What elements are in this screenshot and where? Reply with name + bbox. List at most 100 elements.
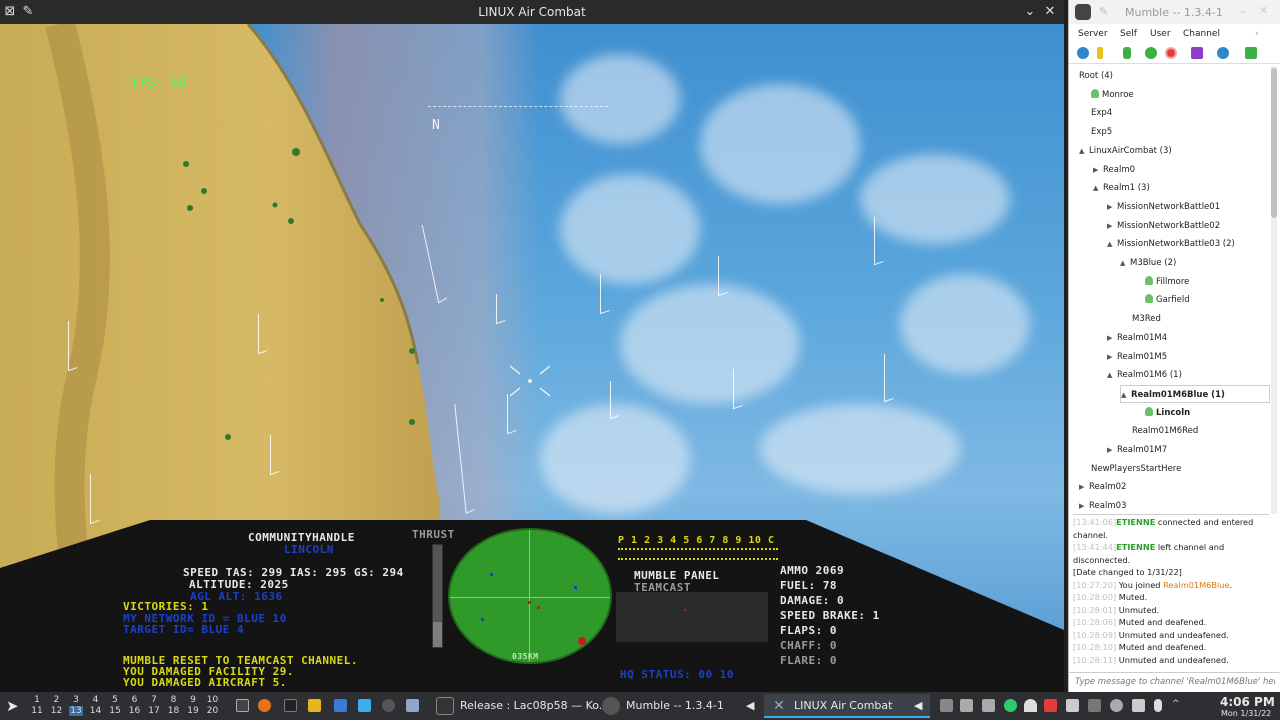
tree-channel[interactable]: ▲ M3Blue (2) bbox=[1120, 254, 1176, 272]
workspace-3[interactable]: 3 bbox=[69, 695, 83, 705]
workspace-9[interactable]: 9 bbox=[186, 695, 200, 705]
tree-user[interactable]: Fillmore bbox=[1145, 273, 1189, 291]
menu-overflow-icon[interactable]: › bbox=[1255, 29, 1259, 39]
workspace-20[interactable]: 20 bbox=[206, 706, 220, 716]
microphone-tray-icon[interactable] bbox=[1154, 699, 1162, 712]
close-icon[interactable]: ✕ bbox=[1259, 4, 1268, 17]
filter-icon[interactable] bbox=[1245, 47, 1257, 59]
wifi-icon[interactable] bbox=[1024, 699, 1037, 712]
workspace-12[interactable]: 12 bbox=[50, 706, 64, 716]
tree-channel[interactable]: ▲ Realm1 (3) bbox=[1093, 179, 1150, 197]
bluetooth-icon[interactable] bbox=[1110, 699, 1123, 712]
expand-arrow-icon[interactable]: ▶ bbox=[1093, 161, 1103, 179]
menu-server[interactable]: Server bbox=[1078, 29, 1108, 39]
collapse-arrow-icon[interactable]: ▲ bbox=[1079, 142, 1089, 160]
expand-arrow-icon[interactable]: ▶ bbox=[1107, 217, 1117, 235]
expand-arrow-icon[interactable]: ▶ bbox=[1107, 348, 1117, 366]
minimize-icon[interactable]: ⌄ bbox=[1022, 4, 1038, 20]
jet-icon[interactable] bbox=[406, 699, 419, 712]
menu-user[interactable]: User bbox=[1150, 29, 1171, 39]
task-linux-air-combat[interactable]: ✕ LINUX Air Combat ◀ bbox=[764, 694, 930, 718]
tree-channel[interactable]: ▲ LinuxAirCombat (3) bbox=[1079, 142, 1172, 160]
tree-channel[interactable]: ▶ Realm02 bbox=[1079, 478, 1126, 496]
tree-channel[interactable]: Realm01M6Red bbox=[1132, 422, 1198, 440]
workspace-8[interactable]: 8 bbox=[167, 695, 181, 705]
notifications-icon[interactable] bbox=[940, 699, 953, 712]
battery-icon[interactable] bbox=[1066, 699, 1079, 712]
menu-channel[interactable]: Channel bbox=[1183, 29, 1220, 39]
collapse-arrow-icon[interactable]: ▲ bbox=[1093, 179, 1103, 197]
tree-user[interactable]: Monroe bbox=[1091, 86, 1134, 104]
record-icon[interactable] bbox=[1165, 47, 1177, 59]
connect-icon[interactable] bbox=[1077, 47, 1089, 59]
expand-arrow-icon[interactable]: ▶ bbox=[1079, 478, 1089, 496]
app-launcher-icon[interactable]: ➤ bbox=[6, 697, 19, 715]
office-icon[interactable] bbox=[308, 699, 321, 712]
workspace-18[interactable]: 18 bbox=[167, 706, 181, 716]
gear-icon[interactable] bbox=[1217, 47, 1229, 59]
expand-arrow-icon[interactable]: ▶ bbox=[1107, 441, 1117, 459]
workspace-14[interactable]: 14 bbox=[89, 706, 103, 716]
expand-arrow-icon[interactable]: ▶ bbox=[1107, 329, 1117, 347]
tree-channel[interactable]: ▲ Realm01M6 (1) bbox=[1107, 366, 1182, 384]
workspace-16[interactable]: 16 bbox=[128, 706, 142, 716]
file-manager-icon[interactable] bbox=[358, 699, 371, 712]
workspace-5[interactable]: 5 bbox=[108, 695, 122, 705]
collapse-arrow-icon[interactable]: ▲ bbox=[1120, 254, 1130, 272]
log-username[interactable]: ETIENNE bbox=[1116, 517, 1155, 527]
workspace-17[interactable]: 17 bbox=[147, 706, 161, 716]
tree-channel[interactable]: NewPlayersStartHere bbox=[1091, 460, 1181, 478]
tree-channel[interactable]: ▲ Realm01M6Blue (1) bbox=[1120, 384, 1270, 404]
close-icon[interactable]: ✕ bbox=[1042, 4, 1058, 20]
workspace-4[interactable]: 4 bbox=[89, 695, 103, 705]
expand-arrow-icon[interactable]: ▶ bbox=[1107, 198, 1117, 216]
tree-user[interactable]: Lincoln bbox=[1145, 404, 1190, 422]
workspace-15[interactable]: 15 bbox=[108, 706, 122, 716]
tree-channel[interactable]: ▶ Realm01M7 bbox=[1107, 441, 1167, 459]
speaker-icon[interactable] bbox=[1145, 47, 1157, 59]
workspace-2[interactable]: 2 bbox=[50, 695, 64, 705]
tree-channel[interactable]: ▲ MissionNetworkBattle03 (2) bbox=[1107, 235, 1235, 253]
workspace-19[interactable]: 19 bbox=[186, 706, 200, 716]
tree-channel[interactable]: M3Red bbox=[1132, 310, 1161, 328]
minimize-icon[interactable]: ⌄ bbox=[1239, 5, 1247, 16]
user-info-icon[interactable] bbox=[1097, 47, 1103, 59]
log-username[interactable]: ETIENNE bbox=[1116, 542, 1155, 552]
pin-icon[interactable]: ✎ bbox=[1099, 5, 1108, 18]
workspace-10[interactable]: 10 bbox=[206, 695, 220, 705]
workspace-7[interactable]: 7 bbox=[147, 695, 161, 705]
collapse-arrow-icon[interactable]: ▲ bbox=[1121, 386, 1131, 404]
menu-self[interactable]: Self bbox=[1120, 29, 1137, 39]
task-release[interactable]: Release : Lac08p58 — Ko... bbox=[430, 694, 609, 718]
terminal-icon[interactable] bbox=[284, 699, 297, 712]
tree-channel[interactable]: ▶ MissionNetworkBattle01 bbox=[1107, 198, 1220, 216]
show-desktop-icon[interactable] bbox=[236, 699, 249, 712]
firefox-icon[interactable] bbox=[258, 699, 271, 712]
record-indicator-icon[interactable] bbox=[1044, 699, 1057, 712]
chat-icon[interactable] bbox=[1191, 47, 1203, 59]
tray-expand-icon[interactable]: ^ bbox=[1172, 699, 1185, 712]
tree-channel[interactable]: Exp4 bbox=[1091, 104, 1112, 122]
workspace-1[interactable]: 1 bbox=[30, 695, 44, 705]
tree-channel[interactable]: ▶ Realm0 bbox=[1093, 161, 1135, 179]
tree-scrollbar-thumb[interactable] bbox=[1271, 68, 1277, 218]
clipboard-icon[interactable] bbox=[982, 699, 995, 712]
clock-time[interactable]: 4:06 PM bbox=[1220, 695, 1275, 709]
tree-channel[interactable]: ▶ Realm03 bbox=[1079, 497, 1126, 515]
game-titlebar[interactable]: ⊠ ✎ LINUX Air Combat ⌄ ✕ bbox=[0, 0, 1064, 24]
mumble-launcher-icon[interactable] bbox=[382, 699, 395, 712]
workspace-6[interactable]: 6 bbox=[128, 695, 142, 705]
update-icon[interactable] bbox=[1004, 699, 1017, 712]
tree-user[interactable]: Garfield bbox=[1145, 291, 1190, 309]
printer-icon[interactable] bbox=[960, 699, 973, 712]
volume-icon[interactable] bbox=[1132, 699, 1145, 712]
collapse-arrow-icon[interactable]: ▲ bbox=[1107, 366, 1117, 384]
tree-channel[interactable]: Root (4) bbox=[1079, 67, 1113, 85]
files-icon[interactable] bbox=[334, 699, 347, 712]
expand-arrow-icon[interactable]: ▶ bbox=[1079, 497, 1089, 515]
tree-channel[interactable]: ▶ MissionNetworkBattle02 bbox=[1107, 217, 1220, 235]
speaker-icon[interactable]: ◀ bbox=[914, 694, 922, 718]
speaker-icon[interactable]: ◀ bbox=[746, 694, 754, 718]
task-mumble[interactable]: Mumble -- 1.3.4-1 ◀ bbox=[596, 694, 762, 718]
mumble-titlebar[interactable]: ✎ Mumble -- 1.3.4-1 ⌄ ✕ bbox=[1069, 0, 1280, 24]
